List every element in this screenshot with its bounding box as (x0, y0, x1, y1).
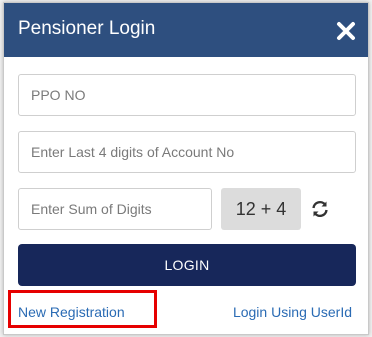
captcha-display: 12 + 4 (221, 188, 301, 230)
dialog-title: Pensioner Login (18, 18, 156, 39)
captcha-sum-input[interactable] (18, 188, 212, 230)
pensioner-login-dialog: Pensioner Login 12 + 4 LOGIN New Registr… (3, 2, 369, 335)
account-digits-input[interactable] (18, 131, 356, 173)
ppo-no-input[interactable] (18, 74, 356, 116)
login-using-userid-link[interactable]: Login Using UserId (233, 304, 352, 320)
new-registration-link[interactable]: New Registration (18, 304, 125, 320)
close-icon[interactable] (335, 20, 357, 42)
dialog-header: Pensioner Login (4, 3, 368, 57)
login-button[interactable]: LOGIN (18, 244, 356, 286)
refresh-icon[interactable] (310, 199, 330, 219)
